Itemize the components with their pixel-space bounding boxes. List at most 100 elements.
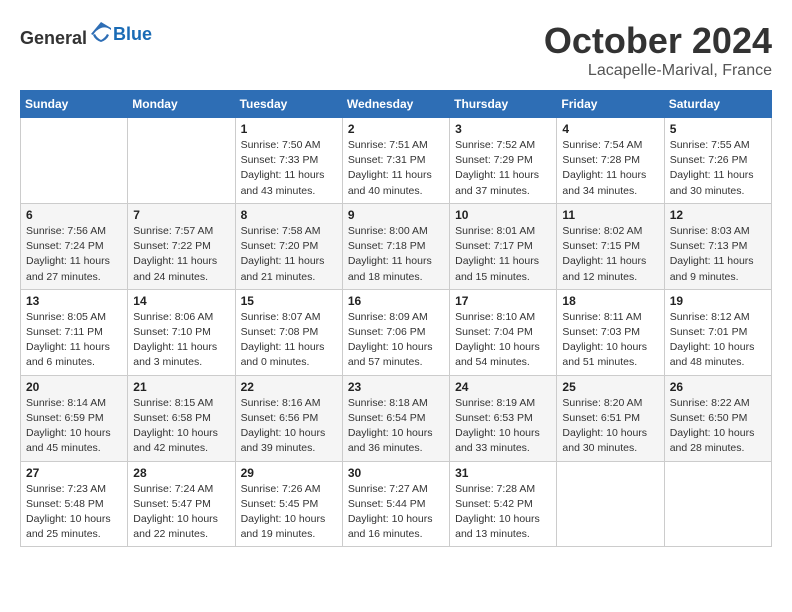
day-info: Sunrise: 7:55 AMSunset: 7:26 PMDaylight:…: [670, 138, 766, 199]
day-info: Sunrise: 8:11 AMSunset: 7:03 PMDaylight:…: [562, 310, 658, 371]
day-info: Sunrise: 8:09 AMSunset: 7:06 PMDaylight:…: [348, 310, 444, 371]
day-number: 25: [562, 380, 658, 394]
calendar-day-cell: 6 Sunrise: 7:56 AMSunset: 7:24 PMDayligh…: [21, 203, 128, 289]
calendar-day-cell: 8 Sunrise: 7:58 AMSunset: 7:20 PMDayligh…: [235, 203, 342, 289]
day-info: Sunrise: 8:19 AMSunset: 6:53 PMDaylight:…: [455, 396, 551, 457]
calendar-day-cell: 31 Sunrise: 7:28 AMSunset: 5:42 PMDaylig…: [450, 461, 557, 547]
day-info: Sunrise: 8:01 AMSunset: 7:17 PMDaylight:…: [455, 224, 551, 285]
calendar-day-cell: [128, 118, 235, 204]
day-number: 26: [670, 380, 766, 394]
day-number: 23: [348, 380, 444, 394]
calendar-day-cell: 9 Sunrise: 8:00 AMSunset: 7:18 PMDayligh…: [342, 203, 449, 289]
calendar-day-cell: 7 Sunrise: 7:57 AMSunset: 7:22 PMDayligh…: [128, 203, 235, 289]
calendar-day-cell: [557, 461, 664, 547]
day-info: Sunrise: 7:51 AMSunset: 7:31 PMDaylight:…: [348, 138, 444, 199]
location-title: Lacapelle-Marival, France: [544, 62, 772, 80]
day-number: 6: [26, 208, 122, 222]
title-area: October 2024 Lacapelle-Marival, France: [544, 20, 772, 80]
page-header: General Blue October 2024 Lacapelle-Mari…: [20, 20, 772, 80]
calendar-week-row: 20 Sunrise: 8:14 AMSunset: 6:59 PMDaylig…: [21, 375, 772, 461]
calendar-day-cell: 12 Sunrise: 8:03 AMSunset: 7:13 PMDaylig…: [664, 203, 771, 289]
day-info: Sunrise: 8:00 AMSunset: 7:18 PMDaylight:…: [348, 224, 444, 285]
weekday-header: Thursday: [450, 91, 557, 118]
calendar-day-cell: 11 Sunrise: 8:02 AMSunset: 7:15 PMDaylig…: [557, 203, 664, 289]
day-info: Sunrise: 7:50 AMSunset: 7:33 PMDaylight:…: [241, 138, 337, 199]
day-number: 1: [241, 122, 337, 136]
weekday-header: Sunday: [21, 91, 128, 118]
day-number: 14: [133, 294, 229, 308]
weekday-header: Wednesday: [342, 91, 449, 118]
day-number: 20: [26, 380, 122, 394]
calendar-day-cell: 13 Sunrise: 8:05 AMSunset: 7:11 PMDaylig…: [21, 289, 128, 375]
day-number: 30: [348, 466, 444, 480]
day-number: 12: [670, 208, 766, 222]
calendar-day-cell: 22 Sunrise: 8:16 AMSunset: 6:56 PMDaylig…: [235, 375, 342, 461]
day-info: Sunrise: 7:24 AMSunset: 5:47 PMDaylight:…: [133, 482, 229, 543]
day-info: Sunrise: 8:14 AMSunset: 6:59 PMDaylight:…: [26, 396, 122, 457]
logo-blue: Blue: [113, 24, 152, 44]
day-number: 28: [133, 466, 229, 480]
calendar-day-cell: 26 Sunrise: 8:22 AMSunset: 6:50 PMDaylig…: [664, 375, 771, 461]
day-number: 19: [670, 294, 766, 308]
day-info: Sunrise: 8:22 AMSunset: 6:50 PMDaylight:…: [670, 396, 766, 457]
day-number: 16: [348, 294, 444, 308]
day-info: Sunrise: 7:57 AMSunset: 7:22 PMDaylight:…: [133, 224, 229, 285]
calendar-day-cell: 29 Sunrise: 7:26 AMSunset: 5:45 PMDaylig…: [235, 461, 342, 547]
calendar-day-cell: 17 Sunrise: 8:10 AMSunset: 7:04 PMDaylig…: [450, 289, 557, 375]
calendar-day-cell: 23 Sunrise: 8:18 AMSunset: 6:54 PMDaylig…: [342, 375, 449, 461]
day-number: 2: [348, 122, 444, 136]
day-info: Sunrise: 7:56 AMSunset: 7:24 PMDaylight:…: [26, 224, 122, 285]
day-info: Sunrise: 8:06 AMSunset: 7:10 PMDaylight:…: [133, 310, 229, 371]
calendar-day-cell: 25 Sunrise: 8:20 AMSunset: 6:51 PMDaylig…: [557, 375, 664, 461]
day-info: Sunrise: 7:52 AMSunset: 7:29 PMDaylight:…: [455, 138, 551, 199]
day-info: Sunrise: 8:03 AMSunset: 7:13 PMDaylight:…: [670, 224, 766, 285]
calendar-day-cell: [664, 461, 771, 547]
calendar-day-cell: 3 Sunrise: 7:52 AMSunset: 7:29 PMDayligh…: [450, 118, 557, 204]
logo: General Blue: [20, 20, 152, 49]
day-info: Sunrise: 8:02 AMSunset: 7:15 PMDaylight:…: [562, 224, 658, 285]
day-info: Sunrise: 8:12 AMSunset: 7:01 PMDaylight:…: [670, 310, 766, 371]
logo-general: General: [20, 28, 87, 48]
calendar-day-cell: 2 Sunrise: 7:51 AMSunset: 7:31 PMDayligh…: [342, 118, 449, 204]
day-info: Sunrise: 7:27 AMSunset: 5:44 PMDaylight:…: [348, 482, 444, 543]
day-number: 27: [26, 466, 122, 480]
day-number: 22: [241, 380, 337, 394]
day-number: 11: [562, 208, 658, 222]
day-info: Sunrise: 8:10 AMSunset: 7:04 PMDaylight:…: [455, 310, 551, 371]
day-number: 31: [455, 466, 551, 480]
day-info: Sunrise: 7:28 AMSunset: 5:42 PMDaylight:…: [455, 482, 551, 543]
calendar-day-cell: 18 Sunrise: 8:11 AMSunset: 7:03 PMDaylig…: [557, 289, 664, 375]
day-info: Sunrise: 8:20 AMSunset: 6:51 PMDaylight:…: [562, 396, 658, 457]
day-number: 5: [670, 122, 766, 136]
day-info: Sunrise: 8:18 AMSunset: 6:54 PMDaylight:…: [348, 396, 444, 457]
day-info: Sunrise: 8:05 AMSunset: 7:11 PMDaylight:…: [26, 310, 122, 371]
day-info: Sunrise: 8:15 AMSunset: 6:58 PMDaylight:…: [133, 396, 229, 457]
day-number: 24: [455, 380, 551, 394]
day-number: 7: [133, 208, 229, 222]
calendar-day-cell: 1 Sunrise: 7:50 AMSunset: 7:33 PMDayligh…: [235, 118, 342, 204]
month-title: October 2024: [544, 20, 772, 62]
day-number: 9: [348, 208, 444, 222]
day-info: Sunrise: 7:26 AMSunset: 5:45 PMDaylight:…: [241, 482, 337, 543]
day-number: 18: [562, 294, 658, 308]
day-number: 3: [455, 122, 551, 136]
calendar-day-cell: 10 Sunrise: 8:01 AMSunset: 7:17 PMDaylig…: [450, 203, 557, 289]
day-info: Sunrise: 7:58 AMSunset: 7:20 PMDaylight:…: [241, 224, 337, 285]
weekday-header: Friday: [557, 91, 664, 118]
calendar-day-cell: 19 Sunrise: 8:12 AMSunset: 7:01 PMDaylig…: [664, 289, 771, 375]
day-info: Sunrise: 7:23 AMSunset: 5:48 PMDaylight:…: [26, 482, 122, 543]
weekday-header: Monday: [128, 91, 235, 118]
calendar-day-cell: 4 Sunrise: 7:54 AMSunset: 7:28 PMDayligh…: [557, 118, 664, 204]
calendar-day-cell: 30 Sunrise: 7:27 AMSunset: 5:44 PMDaylig…: [342, 461, 449, 547]
day-number: 10: [455, 208, 551, 222]
weekday-header: Tuesday: [235, 91, 342, 118]
calendar-day-cell: 16 Sunrise: 8:09 AMSunset: 7:06 PMDaylig…: [342, 289, 449, 375]
calendar-day-cell: 14 Sunrise: 8:06 AMSunset: 7:10 PMDaylig…: [128, 289, 235, 375]
day-number: 4: [562, 122, 658, 136]
calendar-day-cell: 27 Sunrise: 7:23 AMSunset: 5:48 PMDaylig…: [21, 461, 128, 547]
day-number: 13: [26, 294, 122, 308]
weekday-header-row: SundayMondayTuesdayWednesdayThursdayFrid…: [21, 91, 772, 118]
day-info: Sunrise: 7:54 AMSunset: 7:28 PMDaylight:…: [562, 138, 658, 199]
calendar-day-cell: [21, 118, 128, 204]
calendar-day-cell: 24 Sunrise: 8:19 AMSunset: 6:53 PMDaylig…: [450, 375, 557, 461]
